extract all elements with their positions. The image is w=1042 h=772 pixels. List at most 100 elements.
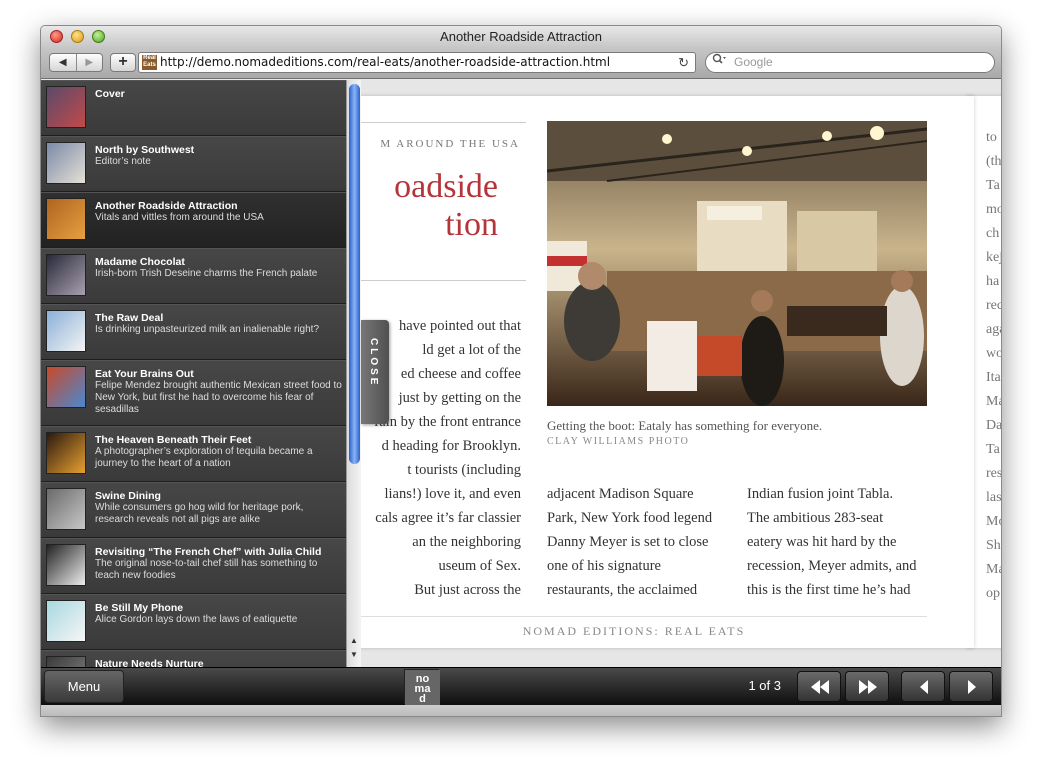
toc-thumbnail (46, 86, 86, 128)
article-line: recession, Meyer admits, and (747, 558, 917, 574)
toc-item-title: Madame Chocolat (95, 256, 185, 268)
prev-arrow-icon (920, 680, 928, 694)
next-page-line: las (986, 490, 1001, 505)
article-photo (547, 121, 927, 406)
toc-thumbnail (46, 656, 86, 667)
toc-thumbnail (46, 366, 86, 408)
toc-thumbnail (46, 310, 86, 352)
next-page-line: rec (986, 298, 1001, 313)
toc-item[interactable]: Madame Chocolat Irish-born Trish Deseine … (41, 248, 346, 304)
article-line: this is the first time he’s had (747, 582, 911, 598)
toc-item[interactable]: Nature Needs Nurture (41, 650, 346, 667)
nav-buttons: ◀ ▶ (49, 53, 103, 72)
forward-arrow-icon[interactable]: ▶ (75, 54, 103, 71)
browser-window: Another Roadside Attraction ◀ ▶ + Real E… (40, 25, 1002, 717)
next-page-line: wo (986, 346, 1001, 361)
toc-item-title: Cover (95, 88, 125, 100)
toc-item-description: The original nose-to-tail chef still has… (95, 558, 318, 581)
site-favicon: Real Eats (142, 55, 157, 70)
close-label: CLOSE (368, 338, 379, 388)
close-window-button[interactable] (50, 30, 63, 43)
toc-scroll-thumb[interactable] (349, 84, 360, 464)
toc-item[interactable]: The Raw Deal Is drinking unpasteurized mi… (41, 304, 346, 360)
next-page-line: Ta (986, 178, 1000, 193)
toc-item-description: A photographer’s exploration of tequila … (95, 446, 313, 469)
toc-item[interactable]: Eat Your Brains Out Felipe Mendez brought… (41, 360, 346, 426)
address-bar[interactable]: Real Eats http://demo.nomadeditions.com/… (138, 52, 696, 73)
next-page-line: to (986, 130, 997, 145)
article-line: The ambitious 283-seat (747, 510, 884, 526)
toc-item-description: Irish-born Trish Deseine charms the Fren… (95, 268, 318, 279)
scroll-down-icon[interactable]: ▼ (350, 650, 358, 659)
publication-footer: NOMAD EDITIONS: REAL EATS (522, 624, 746, 638)
back-arrow-icon[interactable]: ◀ (50, 54, 76, 71)
top-rule (341, 122, 526, 123)
next-page-line: ch (986, 226, 1000, 241)
toc-item-title: Eat Your Brains Out (95, 368, 194, 380)
next-page-line: Ma (986, 562, 1001, 577)
toc-item-description: Vitals and vittles from around the USA (95, 212, 264, 223)
next-page-line: Ita (986, 370, 1001, 385)
add-bookmark-button[interactable]: + (110, 53, 136, 72)
menu-button[interactable]: Menu (44, 670, 124, 703)
article-line: restaurants, the acclaimed (547, 582, 698, 598)
fast-forward-icon (859, 680, 877, 694)
toc-item[interactable]: Swine Dining While consumers go hog wild … (41, 482, 346, 538)
next-page-line: Ta (986, 442, 1000, 457)
prev-page-button[interactable] (901, 671, 945, 702)
reload-icon[interactable]: ↻ (678, 53, 689, 72)
toc-item[interactable]: Another Roadside Attraction Vitals and vi… (41, 192, 346, 248)
search-placeholder: Google (734, 55, 773, 69)
toc-item-title: Swine Dining (95, 490, 161, 502)
rewind-icon (811, 680, 829, 694)
toc-item[interactable]: The Heaven Beneath Their Feet A photograp… (41, 426, 346, 482)
article-line: eatery was hit hard by the (747, 534, 897, 550)
next-page-line: kej (986, 250, 1001, 265)
url-text[interactable]: http://demo.nomadeditions.com/real-eats/… (160, 53, 610, 72)
next-page-line: aga (986, 322, 1001, 337)
toc-scrollbar[interactable]: ▲ ▼ (346, 80, 361, 667)
toc-item-description: While consumers go hog wild for heritage… (95, 502, 304, 525)
page-counter: 1 of 3 (748, 678, 781, 693)
toc-item-title: North by Southwest (95, 144, 195, 156)
fast-forward-button[interactable] (845, 671, 889, 702)
browser-toolbar: ◀ ▶ + Real Eats http://demo.nomadedition… (41, 48, 1001, 79)
search-field[interactable]: Google (705, 52, 995, 73)
next-page-line: Ma (986, 394, 1001, 409)
toc-item[interactable]: Be Still My Phone Alice Gordon lays down … (41, 594, 346, 650)
article-line: adjacent Madison Square (547, 486, 694, 502)
rewind-button[interactable] (797, 671, 841, 702)
toc-item-title: Revisiting “The French Chef” with Julia … (95, 546, 322, 558)
toc-item-description: Alice Gordon lays down the laws of eatiq… (95, 614, 298, 625)
next-page-line: mo (986, 202, 1001, 217)
next-page-line: Da (986, 418, 1001, 433)
article-line: Danny Meyer is set to close (547, 534, 709, 550)
toc-item[interactable]: North by Southwest Editor’s note (41, 136, 346, 192)
toc-item-title: Nature Needs Nurture (95, 658, 204, 667)
next-page-line: Sh (986, 538, 1001, 553)
next-page-button[interactable] (949, 671, 993, 702)
toc-thumbnail (46, 254, 86, 296)
photo-caption: Getting the boot: Eataly has something f… (547, 418, 823, 433)
zoom-window-button[interactable] (92, 30, 105, 43)
toc-item-title: The Heaven Beneath Their Feet (95, 434, 252, 446)
close-toc-button[interactable]: CLOSE (361, 320, 389, 424)
next-page-text: to (th Ta mo ch kej ha rec aga wo Ita Ma Da Ta res las M… (986, 126, 1001, 606)
toc-item[interactable]: Cover (41, 80, 346, 136)
article-page: M AROUND THE USA oadside tion have point… (341, 96, 974, 648)
next-page-line: ha (986, 274, 1000, 289)
window-title: Another Roadside Attraction (440, 29, 602, 44)
footer-rule (341, 616, 927, 617)
toc-thumbnail (46, 432, 86, 474)
minimize-window-button[interactable] (71, 30, 84, 43)
toc-item[interactable]: Revisiting “The French Chef” with Julia … (41, 538, 346, 594)
article-line: Park, New York food legend (547, 510, 713, 526)
next-arrow-icon (968, 680, 976, 694)
table-of-contents: Cover North by Southwest Editor’s note Anot… (41, 80, 346, 667)
toc-thumbnail (46, 600, 86, 642)
search-icon[interactable] (712, 53, 726, 72)
article-kicker: M AROUND THE USA (380, 138, 520, 150)
scroll-up-icon[interactable]: ▲ (350, 636, 358, 645)
toc-item-description: Is drinking unpasteurized milk an inalie… (95, 324, 320, 335)
status-bar (41, 705, 1001, 716)
